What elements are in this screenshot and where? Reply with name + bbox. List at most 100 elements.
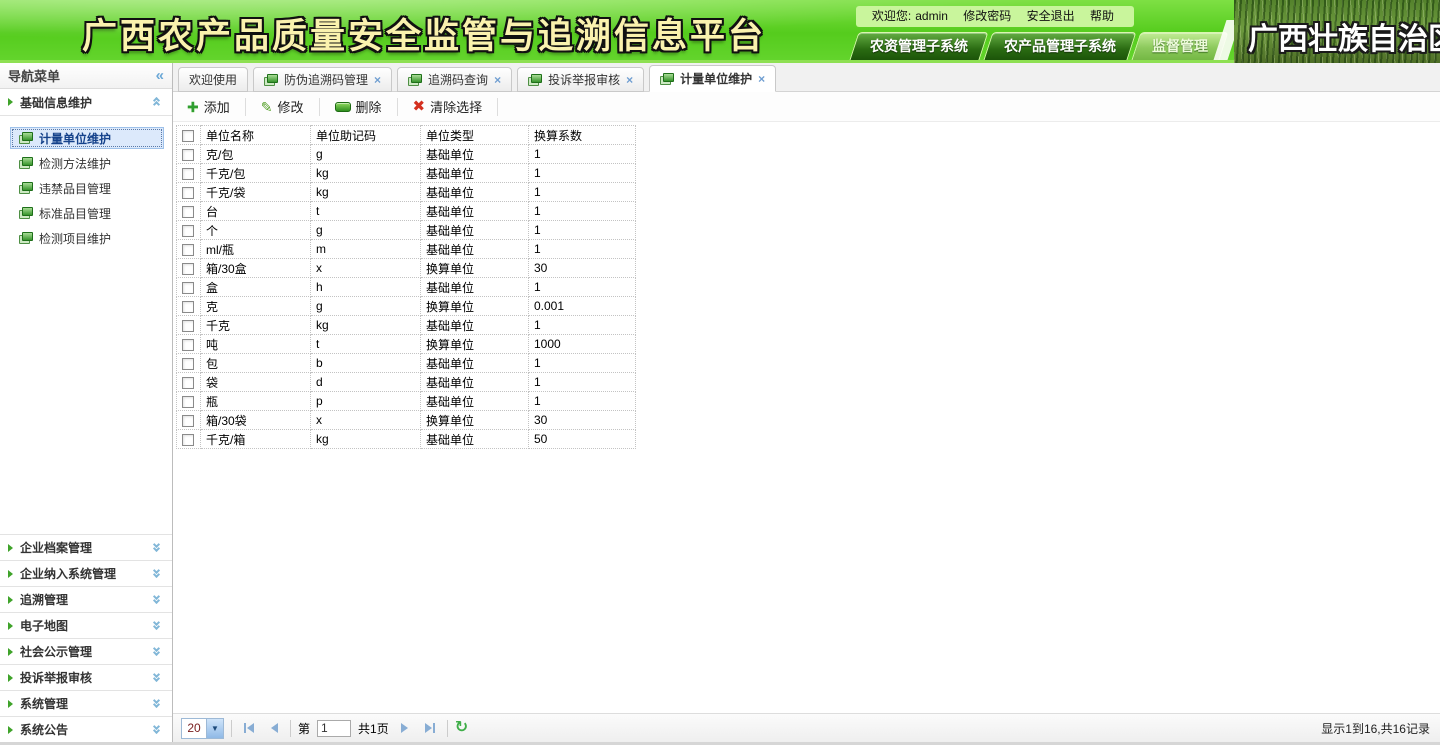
page-number-input[interactable] [317,720,351,737]
panel-arrow-icon [8,570,13,578]
row-checkbox[interactable] [182,415,194,427]
table-row[interactable]: 个 g 基础单位 1 [177,221,636,240]
sidebar-nav-item[interactable]: 计量单位维护 [10,127,164,149]
row-checkbox[interactable] [182,263,194,275]
table-row[interactable]: 盒 h 基础单位 1 [177,278,636,297]
document-tab[interactable]: 防伪追溯码管理 × [253,67,392,92]
body: 导航菜单 « 基础信息维护 计量单位维护 检测方法维护 [0,63,1440,745]
chevron-down-icon[interactable] [152,568,164,579]
row-checkbox[interactable] [182,206,194,218]
sidebar-nav-item[interactable]: 检测项目维护 [10,227,164,249]
first-page-button[interactable] [239,721,259,735]
toolbar-button[interactable]: 修改 [253,95,312,118]
chevron-down-icon[interactable] [152,698,164,709]
tab-label: 防伪追溯码管理 [284,71,368,88]
tab-close-icon[interactable]: × [758,72,765,86]
column-header-unit-type[interactable]: 单位类型 [421,126,529,145]
row-checkbox[interactable] [182,434,194,446]
table-row[interactable]: 吨 t 换算单位 1000 [177,335,636,354]
prev-page-button[interactable] [266,721,283,735]
sidebar-collapse-icon[interactable]: « [156,67,164,84]
document-tab[interactable]: 计量单位维护 × [649,65,776,92]
select-all-checkbox[interactable] [182,130,194,142]
tab-close-icon[interactable]: × [626,73,633,87]
next-page-button[interactable] [396,721,413,735]
sidebar-nav-item[interactable]: 标准品目管理 [10,202,164,224]
column-header-unit-name[interactable]: 单位名称 [201,126,311,145]
page-size-select[interactable]: 20 ▼ [181,718,224,739]
accordion-panel-basic-info[interactable]: 基础信息维护 [0,89,172,116]
column-header-unit-code[interactable]: 单位助记码 [311,126,421,145]
row-checkbox[interactable] [182,225,194,237]
row-checkbox[interactable] [182,339,194,351]
chevron-up-icon[interactable] [152,97,164,108]
sidebar-nav-item[interactable]: 检测方法维护 [10,152,164,174]
accordion-panel[interactable]: 企业档案管理 [0,534,172,560]
chevron-down-icon[interactable] [152,724,164,735]
chevron-down-icon[interactable] [152,672,164,683]
panel-arrow-icon [8,700,13,708]
table-row[interactable]: ml/瓶 m 基础单位 1 [177,240,636,259]
table-row[interactable]: 包 b 基础单位 1 [177,354,636,373]
table-row[interactable]: 箱/30袋 x 换算单位 30 [177,411,636,430]
subsystem-tab[interactable]: 农产品管理子系统 [983,32,1136,60]
toolbar-button[interactable]: 清除选择 [405,95,491,118]
row-checkbox[interactable] [182,301,194,313]
row-checkbox[interactable] [182,149,194,161]
row-checkbox[interactable] [182,168,194,180]
cell-unit-type: 基础单位 [421,202,529,221]
chevron-down-icon[interactable] [152,620,164,631]
table-row[interactable]: 千克/袋 kg 基础单位 1 [177,183,636,202]
table-row[interactable]: 箱/30盒 x 换算单位 30 [177,259,636,278]
table-row[interactable]: 袋 d 基础单位 1 [177,373,636,392]
row-checkbox[interactable] [182,320,194,332]
panel-label: 电子地图 [20,617,152,634]
last-page-button[interactable] [420,721,440,735]
cell-unit-code: g [311,297,421,316]
select-all-header[interactable] [177,126,201,145]
welcome-link[interactable]: 帮助 [1090,9,1114,23]
cell-factor: 1 [529,240,636,259]
combo-arrow-icon[interactable]: ▼ [206,719,223,738]
table-row[interactable]: 千克 kg 基础单位 1 [177,316,636,335]
toolbar-button-label: 添加 [204,97,230,116]
accordion-panel[interactable]: 社会公示管理 [0,638,172,664]
accordion-panel[interactable]: 投诉举报审核 [0,664,172,690]
accordion-panel[interactable]: 系统管理 [0,690,172,716]
accordion-panel[interactable]: 企业纳入系统管理 [0,560,172,586]
accordion-panel[interactable]: 电子地图 [0,612,172,638]
table-row[interactable]: 台 t 基础单位 1 [177,202,636,221]
cell-unit-code: kg [311,164,421,183]
tab-close-icon[interactable]: × [374,73,381,87]
document-tab[interactable]: 投诉举报审核 × [517,67,644,92]
accordion-panel[interactable]: 追溯管理 [0,586,172,612]
toolbar-button[interactable]: 添加 [179,95,238,118]
document-tab[interactable]: 欢迎使用 × [178,67,248,92]
document-tab[interactable]: 追溯码查询 × [397,67,512,92]
toolbar-button[interactable]: 删除 [327,95,390,118]
chevron-down-icon[interactable] [152,646,164,657]
row-checkbox[interactable] [182,282,194,294]
tab-close-icon[interactable]: × [494,73,501,87]
table-row[interactable]: 克/包 g 基础单位 1 [177,145,636,164]
row-checkbox[interactable] [182,377,194,389]
refresh-icon[interactable]: ↻ [455,720,468,736]
panel-label: 企业纳入系统管理 [20,565,152,582]
table-row[interactable]: 千克/包 kg 基础单位 1 [177,164,636,183]
table-row[interactable]: 克 g 换算单位 0.001 [177,297,636,316]
row-checkbox[interactable] [182,358,194,370]
welcome-link[interactable]: 修改密码 [963,9,1011,23]
welcome-link[interactable]: 安全退出 [1027,9,1075,23]
table-row[interactable]: 瓶 p 基础单位 1 [177,392,636,411]
column-header-factor[interactable]: 换算系数 [529,126,636,145]
chevron-down-icon[interactable] [152,594,164,605]
sidebar-nav-item[interactable]: 违禁品目管理 [10,177,164,199]
row-checkbox[interactable] [182,244,194,256]
row-checkbox[interactable] [182,187,194,199]
tab-icon [660,73,675,85]
row-checkbox[interactable] [182,396,194,408]
accordion-panel[interactable]: 系统公告 [0,716,172,742]
table-row[interactable]: 千克/箱 kg 基础单位 50 [177,430,636,449]
chevron-down-icon[interactable] [152,542,164,553]
subsystem-tab[interactable]: 农资管理子系统 [849,32,988,60]
